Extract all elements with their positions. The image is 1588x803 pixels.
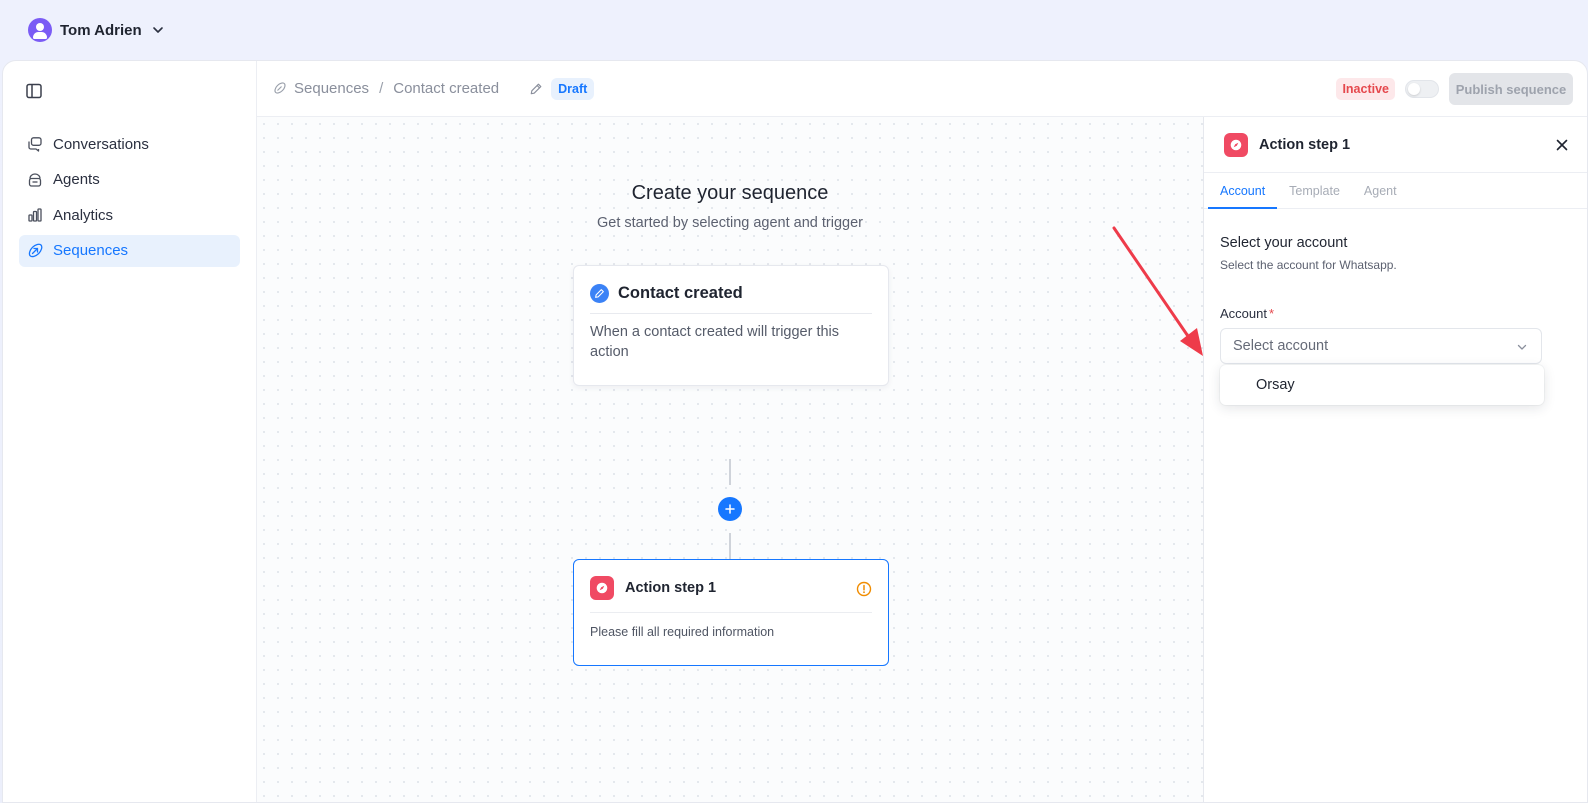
breadcrumb: Sequences / Contact created [273, 80, 499, 97]
trigger-description: When a contact created will trigger this… [590, 324, 840, 360]
account-field-label: Account * [1220, 306, 1573, 321]
dropdown-option[interactable]: Orsay [1256, 377, 1295, 393]
action-description: Please fill all required information [590, 625, 775, 639]
chat-icon [28, 137, 42, 152]
chevron-down-icon [152, 27, 163, 33]
sequence-icon [28, 243, 43, 257]
app-shell: Conversations Agents Analytics Sequences… [2, 60, 1588, 803]
connector-line [729, 459, 731, 485]
publish-sequence-button[interactable]: Publish sequence [1449, 73, 1573, 105]
action-card-header: Action step 1 [590, 576, 872, 613]
panel-title: Action step 1 [1259, 136, 1351, 153]
tab-account[interactable]: Account [1208, 173, 1278, 209]
sidebar: Conversations Agents Analytics Sequences [3, 61, 257, 802]
draft-badge: Draft [551, 77, 595, 100]
required-mark: * [1268, 306, 1275, 321]
sidebar-item-label: Agents [53, 171, 100, 188]
trigger-title: Contact created [618, 284, 743, 302]
pencil-icon[interactable] [529, 82, 543, 96]
agent-icon [28, 172, 42, 187]
sidebar-item-label: Analytics [53, 206, 114, 224]
action-step-card[interactable]: Action step 1 Please fill all required i… [573, 559, 889, 666]
warning-icon [856, 581, 872, 597]
trigger-card[interactable]: Contact created When a contact created w… [573, 265, 889, 386]
status-badge: Inactive [1336, 78, 1395, 100]
field-label-text: Account [1220, 306, 1267, 321]
canvas-title: Create your sequence [631, 182, 829, 204]
active-toggle[interactable] [1405, 80, 1439, 98]
panel-tabs: Account Template Agent [1204, 173, 1587, 209]
section-subtitle: Select the account for Whatsapp. [1220, 258, 1397, 272]
user-menu[interactable]: Tom Adrien [28, 18, 166, 42]
action-title: Action step 1 [625, 580, 717, 596]
plus-icon [725, 504, 735, 514]
add-step-button[interactable] [718, 497, 742, 521]
page-header: Sequences / Contact created Draft Inacti… [257, 61, 1587, 117]
tab-template[interactable]: Template [1277, 173, 1352, 208]
app-compass-icon [1224, 132, 1248, 157]
pencil-icon [590, 284, 609, 303]
app-compass-icon [590, 576, 614, 600]
top-bar: Tom Adrien [0, 0, 1588, 60]
tab-agent[interactable]: Agent [1352, 173, 1409, 208]
sidebar-item-analytics[interactable]: Analytics [19, 199, 240, 231]
sidebar-item-agents[interactable]: Agents [19, 164, 240, 196]
breadcrumb-separator: / [379, 80, 384, 97]
breadcrumb-root-link[interactable]: Sequences [294, 80, 369, 97]
sequence-canvas[interactable]: Create your sequence Get started by sele… [257, 117, 1203, 802]
account-select[interactable]: Select account [1220, 328, 1542, 364]
annotation-arrow-icon [1112, 226, 1203, 356]
close-icon[interactable] [1555, 138, 1569, 152]
sequence-icon [274, 82, 286, 94]
panel-header: Action step 1 [1204, 117, 1587, 173]
select-placeholder: Select account [1233, 338, 1329, 354]
panel-body: Select your account Select the account f… [1204, 209, 1587, 364]
header-actions: Inactive Publish sequence [1336, 73, 1573, 105]
sidebar-item-conversations[interactable]: Conversations [19, 128, 240, 160]
section-title: Select your account [1220, 235, 1348, 251]
trigger-card-header: Contact created [590, 284, 872, 314]
step-settings-panel: Action step 1 Account Template Agent Sel… [1203, 117, 1587, 802]
sidebar-toggle-icon[interactable] [24, 81, 44, 101]
sidebar-item-sequences[interactable]: Sequences [19, 234, 240, 267]
connector-line [729, 533, 731, 559]
breadcrumb-current: Contact created [393, 80, 500, 97]
chevron-down-icon [1517, 344, 1527, 350]
sidebar-item-label: Sequences [53, 242, 129, 259]
user-name: Tom Adrien [60, 21, 142, 39]
account-dropdown: Orsay [1220, 365, 1544, 405]
analytics-icon [28, 208, 42, 222]
canvas-subtitle: Get started by selecting agent and trigg… [597, 215, 863, 231]
avatar [28, 18, 52, 42]
sidebar-item-label: Conversations [53, 135, 149, 153]
